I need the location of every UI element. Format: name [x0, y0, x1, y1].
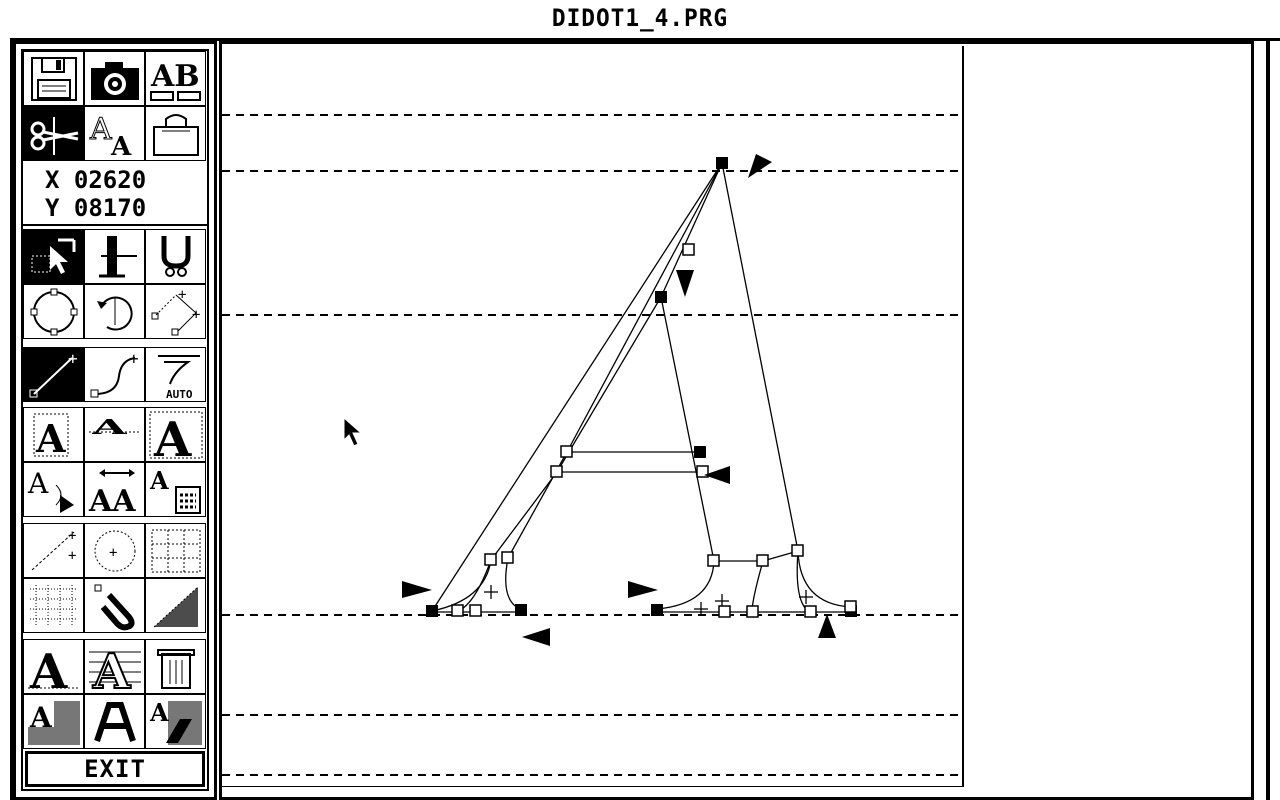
circle-nodes-icon[interactable]: [23, 284, 84, 339]
grid-icon[interactable]: [23, 578, 84, 633]
svg-text:A: A: [29, 701, 53, 734]
svg-text:+: +: [68, 548, 76, 564]
direction-arrows: [402, 154, 836, 646]
svg-text:+: +: [129, 350, 139, 368]
node-left-serif-outer: [426, 605, 438, 617]
svg-text:+: +: [192, 307, 200, 323]
svg-text:+: +: [68, 350, 78, 368]
svg-text:A: A: [149, 466, 169, 495]
file-tools-group: AB AA: [23, 51, 207, 161]
glyph-drawing[interactable]: [222, 46, 964, 787]
letter-metrics-icon[interactable]: A: [145, 462, 206, 517]
exit-button[interactable]: EXIT: [25, 751, 205, 787]
rotate-icon[interactable]: [84, 284, 145, 339]
node-right-serif-inner: [651, 604, 663, 616]
glyph-outline: [431, 162, 852, 613]
window-title: DIDOT1_4.PRG: [551, 4, 729, 32]
svg-text:AB: AB: [150, 59, 200, 94]
ab-font-icon[interactable]: AB: [145, 51, 206, 106]
node-transform-icon[interactable]: + +: [145, 284, 206, 339]
guide-lines: [222, 114, 962, 776]
camera-icon[interactable]: [84, 51, 145, 106]
toolbox: AB AA X 02620 Y 08170 + + + + AUTO A A A…: [13, 41, 217, 800]
bag-icon[interactable]: [145, 106, 206, 161]
arrow-pointer-icon: [343, 416, 363, 447]
trash-icon[interactable]: [145, 639, 206, 694]
svg-text:+: +: [109, 545, 117, 561]
line-tool-icon[interactable]: +: [23, 347, 84, 402]
stem-tool-icon[interactable]: [84, 229, 145, 284]
letter-frame-icon[interactable]: [84, 694, 145, 749]
dotted-line-icon[interactable]: + +: [23, 523, 84, 578]
glyph-editor-canvas[interactable]: [222, 46, 964, 787]
node-apex: [716, 157, 728, 169]
draw-tools-group: + + AUTO: [23, 347, 207, 402]
magnet-icon[interactable]: [84, 578, 145, 633]
x-label: X: [45, 166, 60, 194]
svg-text:A: A: [110, 132, 132, 159]
auto-label: AUTO: [166, 388, 193, 400]
coordinate-readout: X 02620 Y 08170: [23, 166, 207, 226]
snap-stair-icon[interactable]: [145, 578, 206, 633]
node-inner-apex: [655, 291, 667, 303]
y-label: Y: [45, 194, 60, 222]
curve-nodes[interactable]: [451, 243, 857, 618]
magnet-clamp-icon[interactable]: [145, 229, 206, 284]
svg-text:A: A: [90, 415, 127, 439]
node-crossbar-right: [694, 446, 706, 458]
letter-hatched-icon[interactable]: A: [84, 639, 145, 694]
scissors-icon[interactable]: [23, 106, 84, 161]
x-value: 02620: [73, 166, 147, 194]
y-value: 08170: [73, 194, 147, 222]
svg-text:AA: AA: [88, 484, 136, 515]
svg-text:A: A: [27, 467, 49, 500]
render-tools-group: A A A A: [23, 639, 207, 749]
svg-text:A: A: [29, 644, 68, 692]
letter-rotate-icon[interactable]: A: [23, 462, 84, 517]
ruler-grid-icon[interactable]: [145, 523, 206, 578]
letter-italic-icon[interactable]: A: [145, 694, 206, 749]
select-pointer-icon[interactable]: [23, 229, 84, 284]
title-bar: DIDOT1_4.PRG: [0, 0, 1280, 38]
curve-tool-icon[interactable]: +: [84, 347, 145, 402]
letter-large-icon[interactable]: A: [145, 407, 206, 462]
save-disk-icon[interactable]: [23, 51, 84, 106]
outline-letter-icon[interactable]: AA: [84, 106, 145, 161]
auto-trace-icon[interactable]: AUTO: [145, 347, 206, 402]
letter-baseline-icon[interactable]: A: [84, 407, 145, 462]
svg-text:A: A: [89, 112, 112, 147]
edit-tools-group: + +: [23, 229, 207, 339]
svg-text:+: +: [68, 528, 76, 544]
letter-slant-icon[interactable]: AA: [84, 462, 145, 517]
dotted-circle-icon[interactable]: +: [84, 523, 145, 578]
window-right-border: [1266, 41, 1270, 800]
svg-text:A: A: [35, 416, 66, 460]
svg-text:A: A: [92, 644, 131, 692]
guide-tools-group: + + +: [23, 523, 207, 633]
letter-bbox-icon[interactable]: A: [23, 407, 84, 462]
svg-text:A: A: [149, 698, 169, 727]
letter-tools-group: A A A A AA A: [23, 407, 207, 517]
letter-shade-icon[interactable]: A: [23, 694, 84, 749]
letter-solid-icon[interactable]: A: [23, 639, 84, 694]
node-left-serif-inner: [515, 604, 527, 616]
toolbox-panel: AB AA X 02620 Y 08170 + + + + AUTO A A A…: [21, 49, 209, 791]
svg-text:+: +: [178, 287, 186, 303]
svg-text:A: A: [153, 412, 192, 460]
